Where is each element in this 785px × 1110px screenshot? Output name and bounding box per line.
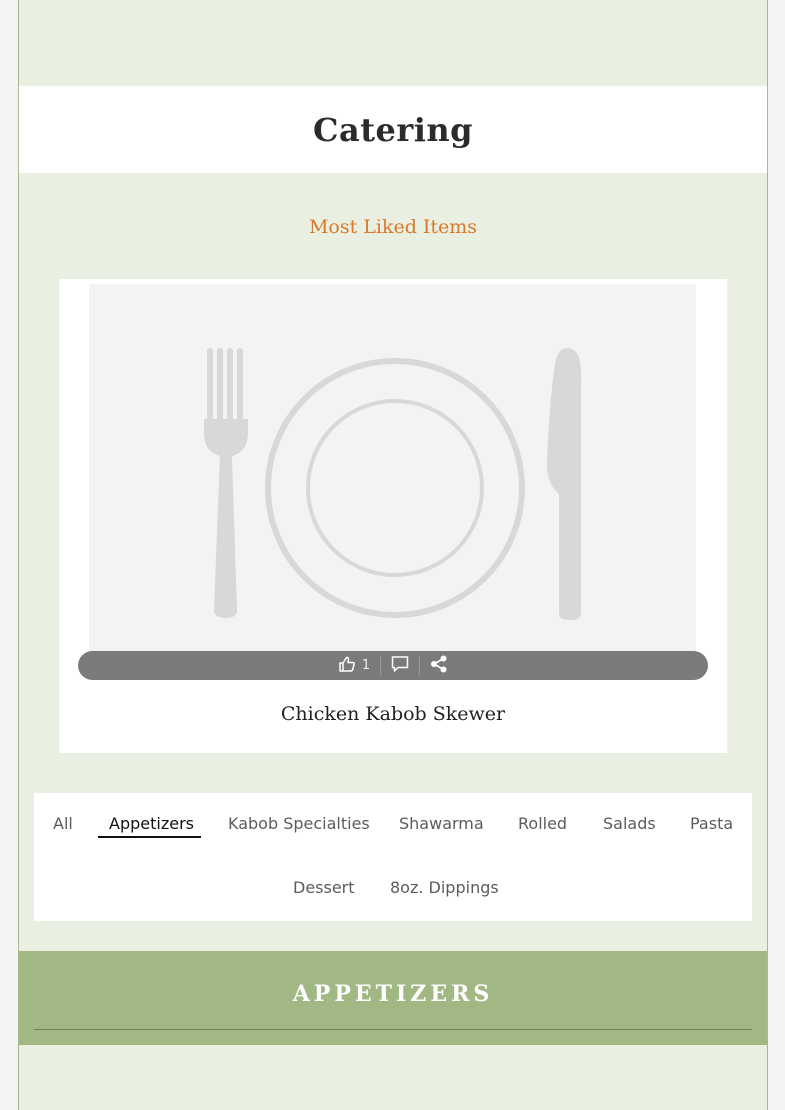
tab-pasta[interactable]: Pasta (690, 812, 733, 836)
plate-fork-knife-icon (204, 348, 582, 620)
tab-appetizers[interactable]: Appetizers (109, 812, 194, 836)
item-action-bar: 1 (78, 651, 708, 680)
page-frame: Catering Most Liked Items 1 Chicken Kabo… (18, 0, 768, 1110)
section-title: APPETIZERS (292, 981, 494, 1007)
tab-rolled[interactable]: Rolled (518, 812, 567, 836)
tab-dessert[interactable]: Dessert (293, 876, 355, 900)
item-name[interactable]: Chicken Kabob Skewer (59, 703, 727, 725)
like-count: 1 (361, 658, 371, 673)
page-title: Catering (313, 110, 473, 149)
tab-salads[interactable]: Salads (603, 812, 656, 836)
tab-kabob-specialties[interactable]: Kabob Specialties (228, 812, 370, 836)
share-button[interactable] (419, 655, 458, 677)
comment-icon (391, 655, 409, 677)
title-bar: Catering (19, 86, 767, 173)
most-liked-card[interactable]: 1 Chicken Kabob Skewer (59, 279, 727, 753)
comment-button[interactable] (380, 655, 419, 677)
tab-8oz-dippings[interactable]: 8oz. Dippings (390, 876, 499, 900)
tab-all[interactable]: All (53, 812, 73, 836)
like-icon (338, 655, 356, 677)
like-button[interactable]: 1 (328, 656, 380, 675)
share-icon (430, 655, 448, 677)
active-tab-indicator (98, 836, 201, 838)
section-header: APPETIZERS (19, 951, 767, 1045)
category-tabs: All Appetizers Kabob Specialties Shawarm… (34, 793, 752, 921)
tab-shawarma[interactable]: Shawarma (399, 812, 484, 836)
item-image-placeholder[interactable] (89, 284, 696, 654)
most-liked-heading: Most Liked Items (308, 216, 478, 238)
section-divider (34, 1029, 752, 1030)
